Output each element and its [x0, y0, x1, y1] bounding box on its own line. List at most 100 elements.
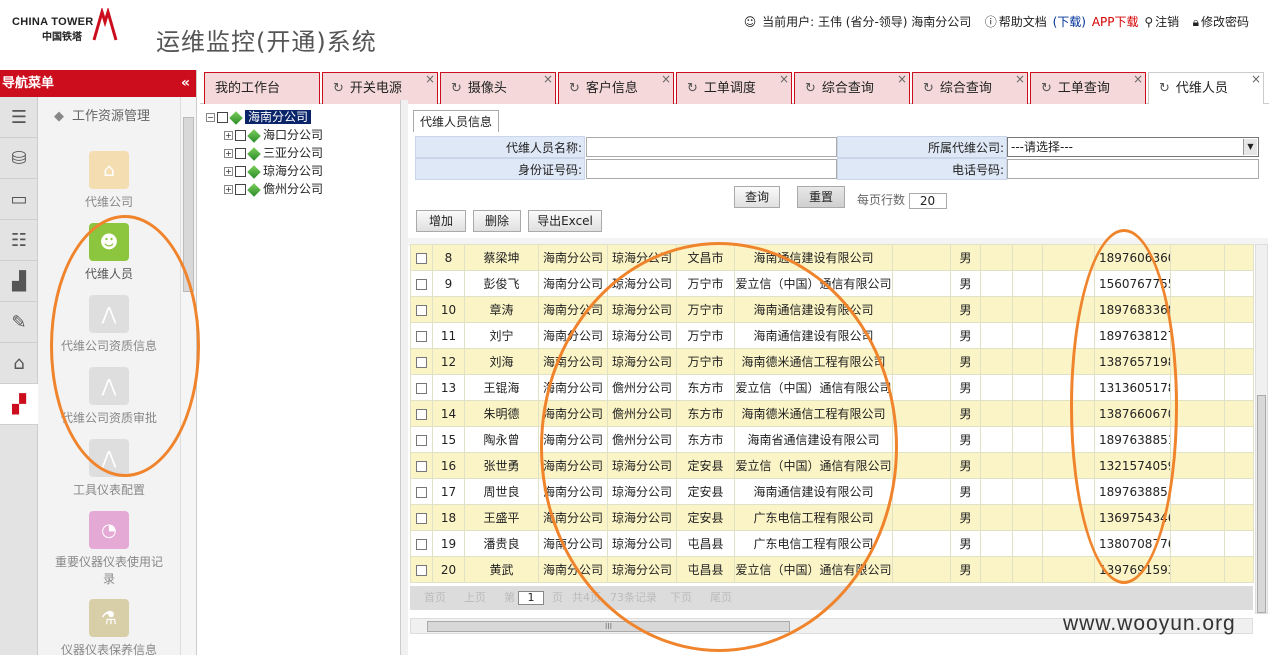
tree-node-label[interactable]: 琼海分公司: [263, 164, 323, 178]
row-checkbox[interactable]: [416, 252, 427, 264]
row-select-cell[interactable]: [410, 400, 433, 427]
database-icon[interactable]: ⛁: [0, 138, 38, 179]
logout-link[interactable]: 注销: [1155, 15, 1179, 29]
grid-vertical-scrollbar[interactable]: [1255, 244, 1268, 614]
bank-icon[interactable]: ⌂: [0, 343, 38, 384]
collapse-icon[interactable]: −: [206, 113, 215, 122]
change-password-link[interactable]: 修改密码: [1201, 15, 1249, 29]
table-row[interactable]: 20 黄武 海南分公司 琼海分公司 屯昌县 爱立信（中国）通信有限公司 男 139769159…: [410, 556, 1254, 583]
row-select-cell[interactable]: [410, 426, 433, 453]
staff-name-input[interactable]: [586, 137, 837, 157]
help-doc-link[interactable]: 帮助文档: [999, 15, 1047, 29]
phone-input[interactable]: [1007, 159, 1259, 179]
row-checkbox[interactable]: [416, 486, 427, 498]
sidebar-scroll-thumb[interactable]: [183, 117, 194, 292]
row-select-cell[interactable]: [410, 452, 433, 479]
close-icon[interactable]: ×: [1015, 63, 1025, 95]
laptop-icon[interactable]: ▭: [0, 179, 38, 220]
subtab-staff-info[interactable]: 代维人员信息: [413, 110, 499, 132]
close-icon[interactable]: ×: [661, 63, 671, 95]
close-icon[interactable]: ×: [1251, 63, 1261, 95]
tree-node-danzhou[interactable]: + 儋州分公司: [224, 180, 323, 198]
row-select-cell[interactable]: [410, 374, 433, 401]
tab-camera[interactable]: ↻ 摄像头 ×: [440, 72, 556, 104]
row-checkbox[interactable]: [416, 304, 427, 316]
row-checkbox[interactable]: [416, 564, 427, 576]
res-item-instrument-maintenance[interactable]: ⚗ 仪器仪表保养信息: [38, 599, 180, 658]
blocks-icon[interactable]: ▞: [0, 384, 38, 425]
row-checkbox[interactable]: [416, 382, 427, 394]
close-icon[interactable]: ×: [543, 63, 553, 95]
row-select-cell[interactable]: [410, 504, 433, 531]
collapse-sidebar-button[interactable]: «: [181, 70, 190, 97]
table-row[interactable]: 10章涛海南分公司琼海分公司万宁市海南通信建设有限公司 男 18976833687: [410, 296, 1254, 323]
tree-node-root[interactable]: − 海南分公司: [206, 108, 312, 126]
reset-button[interactable]: 重置: [797, 186, 845, 208]
tree-node-qionghai[interactable]: + 琼海分公司: [224, 162, 323, 180]
query-button[interactable]: 查询: [734, 186, 780, 208]
close-icon[interactable]: ×: [779, 63, 789, 95]
res-item-qualification-approval[interactable]: ⋀ 代维公司资质审批: [38, 367, 180, 426]
pane-splitter[interactable]: [400, 100, 408, 655]
tree-checkbox[interactable]: [217, 112, 228, 123]
expand-icon[interactable]: +: [224, 185, 233, 194]
tab-work-order-query[interactable]: ↻ 工单查询 ×: [1030, 72, 1146, 104]
expand-icon[interactable]: +: [224, 167, 233, 176]
row-select-cell[interactable]: [410, 556, 433, 583]
hierarchy-icon[interactable]: ☷: [0, 220, 38, 261]
tree-node-haikou[interactable]: + 海口分公司: [224, 126, 323, 144]
app-download-link[interactable]: APP下载: [1092, 15, 1139, 29]
row-checkbox[interactable]: [416, 434, 427, 446]
export-excel-button[interactable]: 导出Excel: [528, 210, 602, 232]
expand-icon[interactable]: +: [224, 149, 233, 158]
tree-checkbox[interactable]: [235, 130, 246, 141]
table-row[interactable]: 18王盛平海南分公司琼海分公司定安县广东电信工程有限公司 男 13697543465: [410, 504, 1254, 531]
row-checkbox[interactable]: [416, 408, 427, 420]
close-icon[interactable]: ×: [1133, 63, 1143, 95]
close-icon[interactable]: ×: [897, 63, 907, 95]
table-row[interactable]: 8蔡梁坤海南分公司琼海分公司文昌市海南通信建设有限公司 男 18976063608: [410, 244, 1254, 271]
res-item-company-qualification[interactable]: ⋀ 代维公司资质信息: [38, 295, 180, 354]
tree-node-label[interactable]: 海口分公司: [263, 128, 323, 142]
row-checkbox[interactable]: [416, 512, 427, 524]
table-row[interactable]: 15陶永曾海南分公司儋州分公司东方市海南省通信建设有限公司 男 1897638851…: [410, 426, 1254, 453]
idcard-input[interactable]: [586, 159, 837, 179]
row-select-cell[interactable]: [410, 322, 433, 349]
per-page-input[interactable]: 20: [908, 192, 947, 209]
tree-node-sanya[interactable]: + 三亚分公司: [224, 144, 323, 162]
tab-comprehensive-query-1[interactable]: ↻ 综合查询 ×: [794, 72, 910, 104]
download-link[interactable]: (下载): [1053, 15, 1086, 29]
company-select[interactable]: ---请选择--- ▼: [1007, 137, 1259, 157]
res-item-tool-config[interactable]: ⋀ 工具仪表配置: [38, 439, 180, 498]
grid-horizontal-scroll-thumb[interactable]: III: [427, 621, 790, 632]
row-select-cell[interactable]: [410, 244, 433, 271]
expand-icon[interactable]: +: [224, 131, 233, 140]
tree-checkbox[interactable]: [235, 148, 246, 159]
row-checkbox[interactable]: [416, 278, 427, 290]
table-row[interactable]: 12刘海海南分公司琼海分公司万宁市海南德米通信工程有限公司 男 1387657198…: [410, 348, 1254, 375]
last-page-button[interactable]: 尾页: [710, 586, 732, 610]
table-row[interactable]: 16 张世勇 海南分公司 琼海分公司 定安县 爱立信（中国）通信有限公司 男 13215740…: [410, 452, 1254, 479]
add-button[interactable]: 增加: [416, 210, 466, 232]
tab-maintenance-staff[interactable]: ↻ 代维人员 ×: [1148, 72, 1264, 104]
tab-customer-info[interactable]: ↻ 客户信息 ×: [558, 72, 674, 104]
tree-node-label[interactable]: 三亚分公司: [263, 146, 323, 160]
row-checkbox[interactable]: [416, 460, 427, 472]
tree-checkbox[interactable]: [235, 166, 246, 177]
row-select-cell[interactable]: [410, 296, 433, 323]
row-select-cell[interactable]: [410, 478, 433, 505]
row-select-cell[interactable]: [410, 530, 433, 557]
tree-node-label[interactable]: 儋州分公司: [263, 182, 323, 196]
grid-vertical-scroll-thumb[interactable]: [1257, 395, 1266, 613]
first-page-button[interactable]: 首页: [424, 586, 446, 610]
tab-comprehensive-query-2[interactable]: ↻ 综合查询 ×: [912, 72, 1028, 104]
row-select-cell[interactable]: [410, 348, 433, 375]
table-row[interactable]: 11刘宁海南分公司琼海分公司万宁市海南通信建设有限公司 男 18976381275: [410, 322, 1254, 349]
chart-icon[interactable]: ▟: [0, 261, 38, 302]
tab-work-order-dispatch[interactable]: ↻ 工单调度 ×: [676, 72, 792, 104]
prev-page-button[interactable]: 上页: [464, 586, 486, 610]
table-row[interactable]: 14 朱明德 海南分公司 儋州分公司 东方市 海南德米通信工程有限公司 男 138766067…: [410, 400, 1254, 427]
table-row[interactable]: 19潘贵良海南分公司琼海分公司屯昌县广东电信工程有限公司 男 13807087760: [410, 530, 1254, 557]
res-item-maintenance-staff[interactable]: ☻ 代维人员: [38, 223, 180, 282]
res-item-instrument-usage[interactable]: ◔ 重要仪器仪表使用记录: [38, 511, 180, 587]
